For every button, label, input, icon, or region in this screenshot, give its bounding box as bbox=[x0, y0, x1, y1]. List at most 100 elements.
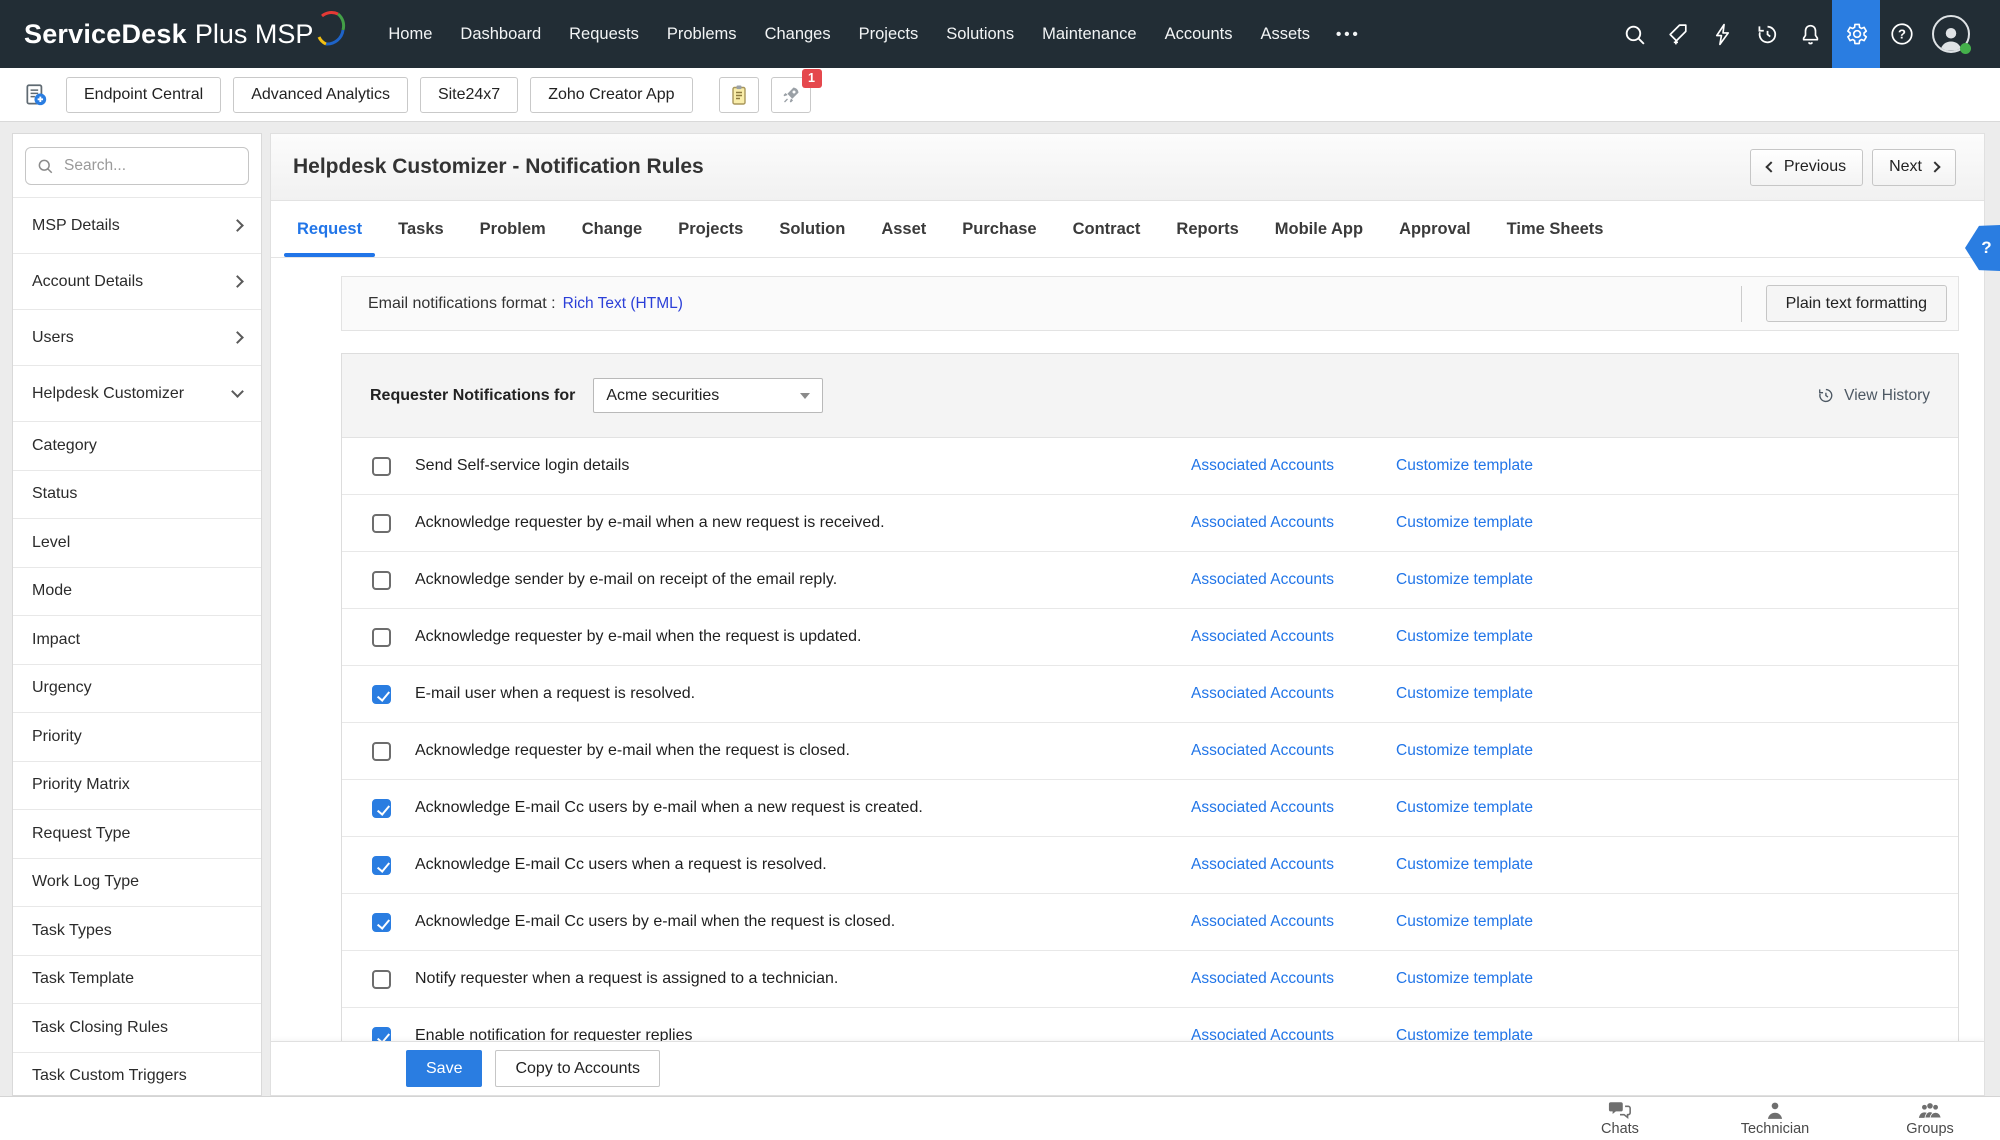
plain-text-formatting-button[interactable]: Plain text formatting bbox=[1765, 285, 1947, 322]
nav-item-maintenance[interactable]: Maintenance bbox=[1042, 25, 1136, 44]
search-icon[interactable] bbox=[1612, 0, 1656, 68]
customize-template-link[interactable]: Customize template bbox=[1396, 742, 1533, 760]
tab-problem[interactable]: Problem bbox=[462, 201, 564, 257]
tab-tasks[interactable]: Tasks bbox=[380, 201, 462, 257]
customize-template-link[interactable]: Customize template bbox=[1396, 571, 1533, 589]
new-document-icon-button[interactable] bbox=[18, 77, 54, 113]
tab-mobile-app[interactable]: Mobile App bbox=[1257, 201, 1381, 257]
nav-item-problems[interactable]: Problems bbox=[667, 25, 737, 44]
sidebar-item-task-types[interactable]: Task Types bbox=[13, 906, 261, 955]
user-avatar[interactable] bbox=[1924, 0, 1978, 68]
rule-checkbox[interactable] bbox=[372, 798, 391, 818]
previous-button[interactable]: Previous bbox=[1749, 148, 1864, 186]
quick-actions-lightning-icon[interactable] bbox=[1700, 0, 1744, 68]
sidebar-item-task-template[interactable]: Task Template bbox=[13, 954, 261, 1003]
sidebar-item-mode[interactable]: Mode bbox=[13, 566, 261, 615]
nav-item-assets[interactable]: Assets bbox=[1260, 25, 1310, 44]
tab-purchase[interactable]: Purchase bbox=[944, 201, 1054, 257]
customize-template-link[interactable]: Customize template bbox=[1396, 628, 1533, 646]
app-logo[interactable]: ServiceDesk Plus MSP bbox=[24, 10, 346, 53]
rule-checkbox[interactable] bbox=[372, 855, 391, 875]
tab-contract[interactable]: Contract bbox=[1055, 201, 1159, 257]
associated-accounts-link[interactable]: Associated Accounts bbox=[1191, 799, 1334, 817]
sidebar-item-request-type[interactable]: Request Type bbox=[13, 809, 261, 858]
associated-accounts-link[interactable]: Associated Accounts bbox=[1191, 856, 1334, 874]
sidebar-item-work-log-type[interactable]: Work Log Type bbox=[13, 857, 261, 906]
nav-more-button[interactable]: ••• bbox=[1336, 26, 1361, 43]
sidebar-group-helpdesk-customizer[interactable]: Helpdesk Customizer bbox=[13, 365, 261, 421]
nav-item-projects[interactable]: Projects bbox=[859, 25, 919, 44]
sidebar-item-status[interactable]: Status bbox=[13, 469, 261, 518]
toolbar-button-site24x7[interactable]: Site24x7 bbox=[419, 76, 519, 113]
history-icon[interactable] bbox=[1744, 0, 1788, 68]
associated-accounts-link[interactable]: Associated Accounts bbox=[1191, 514, 1334, 532]
tab-time-sheets[interactable]: Time Sheets bbox=[1489, 201, 1622, 257]
sidebar-search-input[interactable] bbox=[25, 147, 249, 185]
rule-checkbox[interactable] bbox=[372, 684, 391, 704]
settings-gear-icon[interactable] bbox=[1832, 0, 1880, 68]
associated-accounts-link[interactable]: Associated Accounts bbox=[1191, 571, 1334, 589]
chats-button[interactable]: Chats bbox=[1575, 1101, 1665, 1137]
nav-item-home[interactable]: Home bbox=[388, 25, 432, 44]
sidebar-item-level[interactable]: Level bbox=[13, 518, 261, 567]
customize-template-link[interactable]: Customize template bbox=[1396, 799, 1533, 817]
associated-accounts-link[interactable]: Associated Accounts bbox=[1191, 970, 1334, 988]
tab-solution[interactable]: Solution bbox=[761, 201, 863, 257]
account-select[interactable]: Acme securities bbox=[593, 378, 824, 413]
sidebar-item-priority[interactable]: Priority bbox=[13, 712, 261, 761]
rule-checkbox[interactable] bbox=[372, 570, 391, 590]
tab-asset[interactable]: Asset bbox=[863, 201, 944, 257]
sidebar-item-task-closing-rules[interactable]: Task Closing Rules bbox=[13, 1003, 261, 1052]
next-button[interactable]: Next bbox=[1872, 148, 1956, 186]
tab-approval[interactable]: Approval bbox=[1381, 201, 1489, 257]
sidebar-item-priority-matrix[interactable]: Priority Matrix bbox=[13, 760, 261, 809]
associated-accounts-link[interactable]: Associated Accounts bbox=[1191, 628, 1334, 646]
technician-button[interactable]: Technician bbox=[1730, 1101, 1820, 1137]
sidebar-item-impact[interactable]: Impact bbox=[13, 615, 261, 664]
associated-accounts-link[interactable]: Associated Accounts bbox=[1191, 913, 1334, 931]
rule-checkbox[interactable] bbox=[372, 969, 391, 989]
customize-template-link[interactable]: Customize template bbox=[1396, 913, 1533, 931]
customize-template-link[interactable]: Customize template bbox=[1396, 970, 1533, 988]
tab-request[interactable]: Request bbox=[279, 201, 380, 257]
nav-item-changes[interactable]: Changes bbox=[765, 25, 831, 44]
nav-item-requests[interactable]: Requests bbox=[569, 25, 639, 44]
rule-checkbox[interactable] bbox=[372, 741, 391, 761]
toolbar-button-zoho-creator-app[interactable]: Zoho Creator App bbox=[530, 76, 693, 113]
tab-projects[interactable]: Projects bbox=[660, 201, 761, 257]
sidebar-item-urgency[interactable]: Urgency bbox=[13, 663, 261, 712]
customize-template-link[interactable]: Customize template bbox=[1396, 856, 1533, 874]
view-history-button[interactable]: View History bbox=[1816, 386, 1930, 405]
save-button[interactable]: Save bbox=[406, 1050, 483, 1087]
toolbar-button-advanced-analytics[interactable]: Advanced Analytics bbox=[233, 76, 408, 113]
nav-item-accounts[interactable]: Accounts bbox=[1165, 25, 1233, 44]
nav-item-dashboard[interactable]: Dashboard bbox=[460, 25, 541, 44]
rule-checkbox[interactable] bbox=[372, 627, 391, 647]
associated-accounts-link[interactable]: Associated Accounts bbox=[1191, 685, 1334, 703]
email-format-value-link[interactable]: Rich Text (HTML) bbox=[563, 295, 683, 313]
help-icon[interactable]: ? bbox=[1880, 0, 1924, 68]
associated-accounts-link[interactable]: Associated Accounts bbox=[1191, 742, 1334, 760]
tab-change[interactable]: Change bbox=[564, 201, 661, 257]
customize-template-link[interactable]: Customize template bbox=[1396, 514, 1533, 532]
sidebar-group-account-details[interactable]: Account Details bbox=[13, 253, 261, 309]
groups-button[interactable]: Groups bbox=[1885, 1101, 1975, 1137]
customize-template-link[interactable]: Customize template bbox=[1396, 685, 1533, 703]
sidebar-group-users[interactable]: Users bbox=[13, 309, 261, 365]
sidebar-item-category[interactable]: Category bbox=[13, 421, 261, 470]
notifications-bell-icon[interactable] bbox=[1788, 0, 1832, 68]
customize-template-link[interactable]: Customize template bbox=[1396, 457, 1533, 475]
rule-checkbox[interactable] bbox=[372, 456, 391, 476]
rule-checkbox[interactable] bbox=[372, 912, 391, 932]
associated-accounts-link[interactable]: Associated Accounts bbox=[1191, 457, 1334, 475]
add-request-icon[interactable] bbox=[1656, 0, 1700, 68]
tab-reports[interactable]: Reports bbox=[1158, 201, 1256, 257]
clipboard-icon-button[interactable] bbox=[718, 76, 759, 113]
rule-checkbox[interactable] bbox=[372, 513, 391, 533]
copy-to-accounts-button[interactable]: Copy to Accounts bbox=[495, 1050, 660, 1087]
toolbar-button-endpoint-central[interactable]: Endpoint Central bbox=[66, 76, 222, 113]
sidebar-group-msp-details[interactable]: MSP Details bbox=[13, 197, 261, 253]
nav-item-solutions[interactable]: Solutions bbox=[946, 25, 1014, 44]
sidebar-item-task-custom-triggers[interactable]: Task Custom Triggers bbox=[13, 1051, 261, 1095]
whats-new-rocket-icon-button[interactable]: 1 bbox=[770, 68, 822, 113]
